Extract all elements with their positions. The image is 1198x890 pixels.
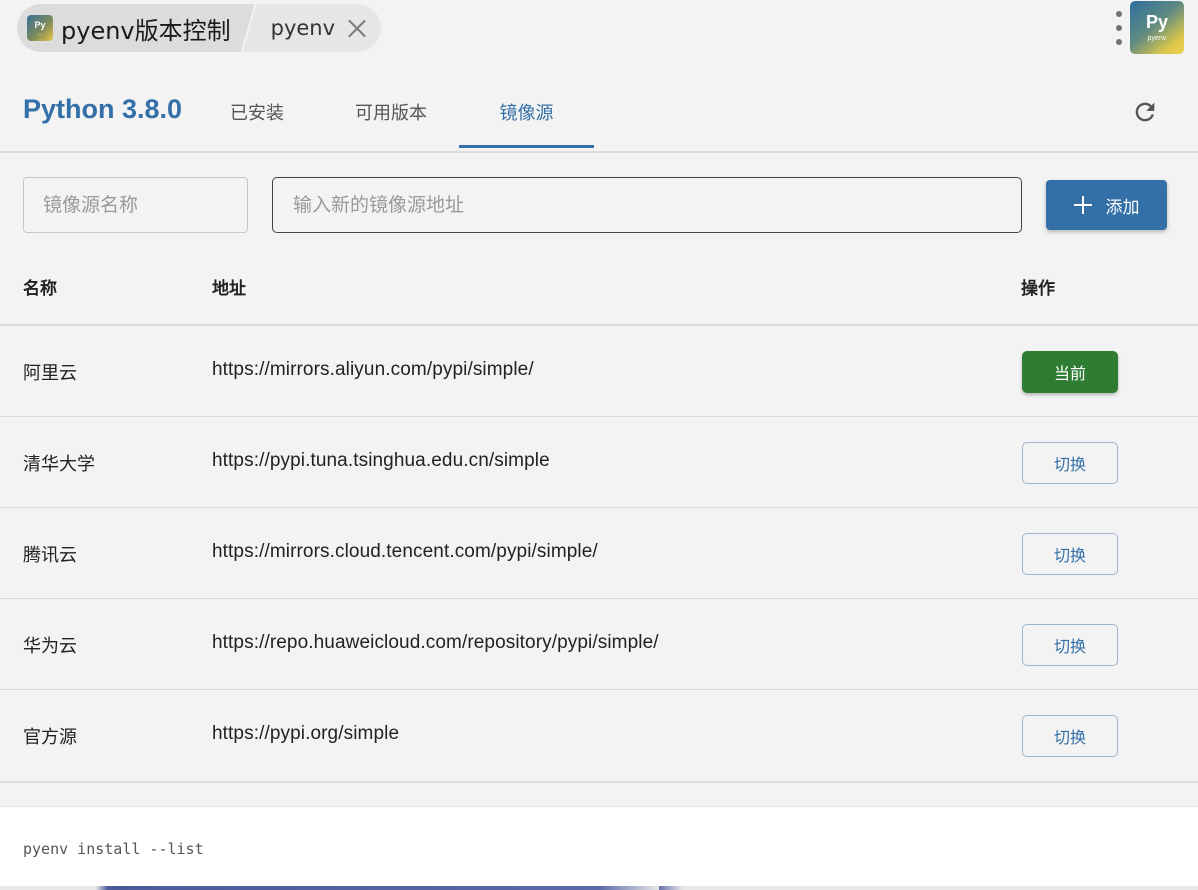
switch-mirror-button[interactable]: 切换 xyxy=(1022,533,1118,575)
table-row: 阿里云 https://mirrors.aliyun.com/pypi/simp… xyxy=(0,326,1198,417)
python-logo-icon: Py — xyxy=(27,15,53,41)
mirror-name-input[interactable] xyxy=(23,177,248,233)
mirror-url: https://repo.huaweicloud.com/repository/… xyxy=(212,632,659,653)
switch-mirror-button[interactable]: 切换 xyxy=(1022,624,1118,666)
top-bar: Py — pyenv版本控制 pyenv Py pyenv xyxy=(0,0,1198,60)
pyenv-logo-text: Py xyxy=(1145,12,1169,32)
plus-icon xyxy=(1073,196,1092,214)
breadcrumb-tab-label: pyenv xyxy=(270,16,336,40)
column-header-name: 名称 xyxy=(23,279,57,299)
table-row: 清华大学 https://pypi.tuna.tsinghua.edu.cn/s… xyxy=(0,417,1198,508)
mirror-name: 腾讯云 xyxy=(23,545,77,566)
page-header: Python 3.8.0 已安装 可用版本 镜像源 xyxy=(0,76,1198,153)
desktop-background-strip xyxy=(0,886,1198,890)
column-header-action: 操作 xyxy=(1021,279,1055,299)
app-window: Py — pyenv版本控制 pyenv Py pyenv Python 3.8… xyxy=(0,0,1198,890)
mirror-url: https://pypi.org/simple xyxy=(212,723,400,744)
tab-available-versions[interactable]: 可用版本 xyxy=(338,76,444,147)
mirror-url-input[interactable] xyxy=(272,177,1022,233)
switch-mirror-button[interactable]: 切换 xyxy=(1022,442,1118,484)
breadcrumb-tab[interactable]: pyenv xyxy=(242,4,382,52)
mirror-name: 华为云 xyxy=(23,636,77,657)
page-title: Python 3.8.0 xyxy=(23,94,183,124)
mirror-name: 清华大学 xyxy=(23,454,95,475)
add-mirror-button[interactable]: 添加 xyxy=(1046,180,1167,230)
breadcrumb-app[interactable]: Py — pyenv版本控制 xyxy=(17,4,255,52)
table-row: 华为云 https://repo.huaweicloud.com/reposit… xyxy=(0,599,1198,690)
mirror-url: https://mirrors.aliyun.com/pypi/simple/ xyxy=(212,359,534,380)
app-title: pyenv版本控制 xyxy=(61,16,231,45)
close-icon[interactable] xyxy=(347,18,367,38)
column-header-url: 地址 xyxy=(212,279,246,299)
python-logo-text: Py xyxy=(34,19,46,30)
table-row: 腾讯云 https://mirrors.cloud.tencent.com/py… xyxy=(0,508,1198,599)
refresh-icon[interactable] xyxy=(1131,98,1159,126)
mirror-url: https://pypi.tuna.tsinghua.edu.cn/simple xyxy=(212,450,550,471)
current-mirror-button[interactable]: 当前 xyxy=(1022,351,1118,393)
table-header: 名称 地址 操作 xyxy=(0,256,1198,326)
divider xyxy=(0,781,1198,783)
tab-installed[interactable]: 已安装 xyxy=(212,76,302,147)
tab-mirrors[interactable]: 镜像源 xyxy=(459,76,594,148)
add-mirror-label: 添加 xyxy=(1105,197,1140,218)
pyenv-logo-icon: Py pyenv xyxy=(1130,1,1184,54)
more-menu-icon[interactable] xyxy=(1111,8,1127,48)
pyenv-logo-subtext: pyenv xyxy=(1147,35,1167,42)
switch-mirror-button[interactable]: 切换 xyxy=(1022,715,1118,757)
mirror-name: 官方源 xyxy=(23,727,77,748)
breadcrumb: Py — pyenv版本控制 pyenv xyxy=(17,4,382,52)
command-text: pyenv install --list xyxy=(23,840,204,858)
mirror-name: 阿里云 xyxy=(23,363,77,384)
table-row: 官方源 https://pypi.org/simple 切换 xyxy=(0,690,1198,781)
mirror-url: https://mirrors.cloud.tencent.com/pypi/s… xyxy=(212,541,598,562)
command-bar: pyenv install --list xyxy=(0,806,1198,886)
